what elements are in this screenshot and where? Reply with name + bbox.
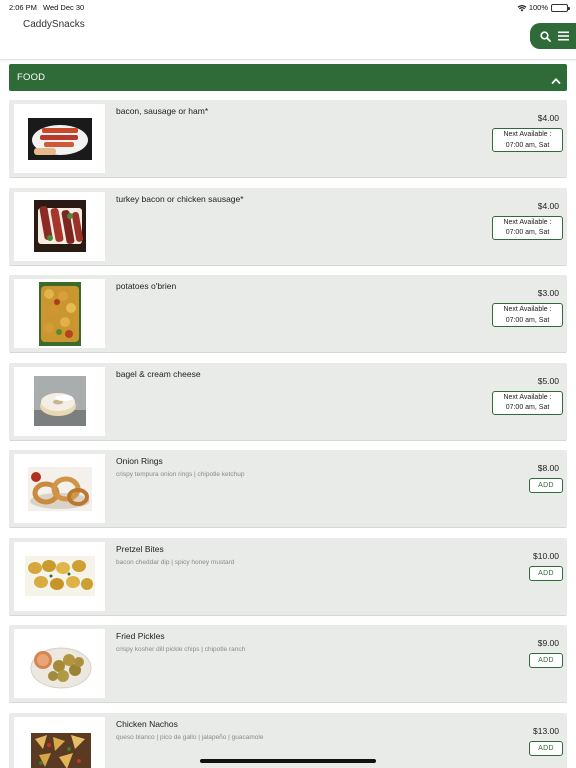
section-title: FOOD: [17, 72, 46, 83]
nachos-photo: [14, 716, 105, 768]
add-button[interactable]: ADD: [529, 478, 563, 493]
menu-item-card[interactable]: Fried Pickles crispy kosher dill pickle …: [9, 625, 567, 703]
app-title: CaddySnacks: [23, 19, 85, 30]
item-price: $8.00: [537, 463, 559, 473]
search-icon[interactable]: [539, 30, 551, 42]
item-name: bagel & cream cheese: [116, 368, 201, 379]
battery-icon: [551, 3, 570, 12]
status-date: Wed Dec 30: [43, 3, 85, 12]
next-available-badge: Next Available : 07:00 am, Sat: [492, 303, 563, 327]
next-available-badge: Next Available : 07:00 am, Sat: [492, 390, 563, 415]
item-description: bacon cheddar dip | spicy honey mustard: [116, 558, 235, 566]
app-header: CaddySnacks: [0, 14, 576, 60]
menu-item-card[interactable]: bagel & cream cheese $5.00 Next Availabl…: [9, 362, 567, 441]
menu-item-card[interactable]: Pretzel Bites bacon cheddar dip | spicy …: [9, 537, 567, 616]
menu-item-list: bacon, sausage or ham* $4.00 Next Availa…: [9, 100, 567, 768]
item-name: turkey bacon or chicken sausage*: [116, 193, 244, 204]
next-available-time: 07:00 am, Sat: [505, 229, 550, 236]
menu-item-card[interactable]: Onion Rings crispy tempura onion rings |…: [9, 450, 567, 528]
item-name: bacon, sausage or ham*: [116, 106, 209, 116]
status-time: 2:06 PM: [9, 3, 37, 12]
next-available-label: Next Available :: [503, 218, 552, 226]
item-name: Chicken Nachos: [116, 718, 178, 729]
item-price: $9.00: [537, 638, 559, 648]
item-price: $4.00: [537, 200, 559, 211]
fried-pickles-photo: [14, 629, 105, 698]
menu-item-card[interactable]: turkey bacon or chicken sausage* $4.00 N…: [9, 187, 567, 266]
item-name: Pretzel Bites: [116, 543, 164, 554]
add-button[interactable]: ADD: [529, 653, 563, 668]
item-price: $3.00: [537, 288, 559, 298]
item-price: $5.00: [537, 375, 559, 386]
next-available-label: Next Available :: [503, 306, 552, 313]
onion-rings-photo: [14, 454, 105, 523]
home-indicator[interactable]: [200, 759, 376, 763]
potatoes-photo: [14, 279, 105, 348]
turkey-bacon-photo: [14, 191, 105, 261]
bacon-photo: [14, 104, 105, 173]
next-available-badge: Next Available : 07:00 am, Sat: [492, 128, 563, 152]
bagel-photo: [14, 366, 105, 436]
item-description: queso blanco | pico de gallo | jalapeño …: [116, 733, 264, 741]
item-price: $13.00: [533, 725, 559, 736]
wifi-icon: [517, 4, 527, 12]
next-available-time: 07:00 am, Sat: [505, 316, 550, 324]
item-price: $10.00: [533, 550, 559, 561]
add-button[interactable]: ADD: [529, 740, 563, 756]
item-name: Onion Rings: [116, 456, 163, 466]
food-section-header[interactable]: FOOD: [9, 64, 567, 91]
header-actions: [530, 23, 576, 49]
next-available-time: 07:00 am, Sat: [505, 141, 550, 149]
next-available-label: Next Available :: [503, 393, 552, 401]
item-name: Fried Pickles: [116, 631, 165, 641]
item-description: crispy kosher dill pickle chips | chipot…: [116, 646, 246, 653]
add-button[interactable]: ADD: [529, 565, 563, 581]
item-description: crispy tempura onion rings | chipotle ke…: [116, 471, 245, 478]
battery-percent: 100%: [528, 3, 548, 12]
next-available-badge: Next Available : 07:00 am, Sat: [492, 215, 563, 240]
status-bar: 2:06 PM Wed Dec 30 100%: [0, 0, 576, 14]
menu-item-card[interactable]: potatoes o'brien $3.00 Next Available : …: [9, 275, 567, 353]
pretzel-bites-photo: [14, 541, 105, 611]
next-available-label: Next Available :: [503, 131, 552, 138]
menu-item-card[interactable]: bacon, sausage or ham* $4.00 Next Availa…: [9, 100, 567, 178]
next-available-time: 07:00 am, Sat: [505, 404, 550, 411]
item-price: $4.00: [537, 113, 559, 123]
hamburger-menu-icon[interactable]: [557, 31, 569, 41]
chevron-up-icon[interactable]: [551, 72, 561, 90]
item-name: potatoes o'brien: [116, 281, 177, 291]
